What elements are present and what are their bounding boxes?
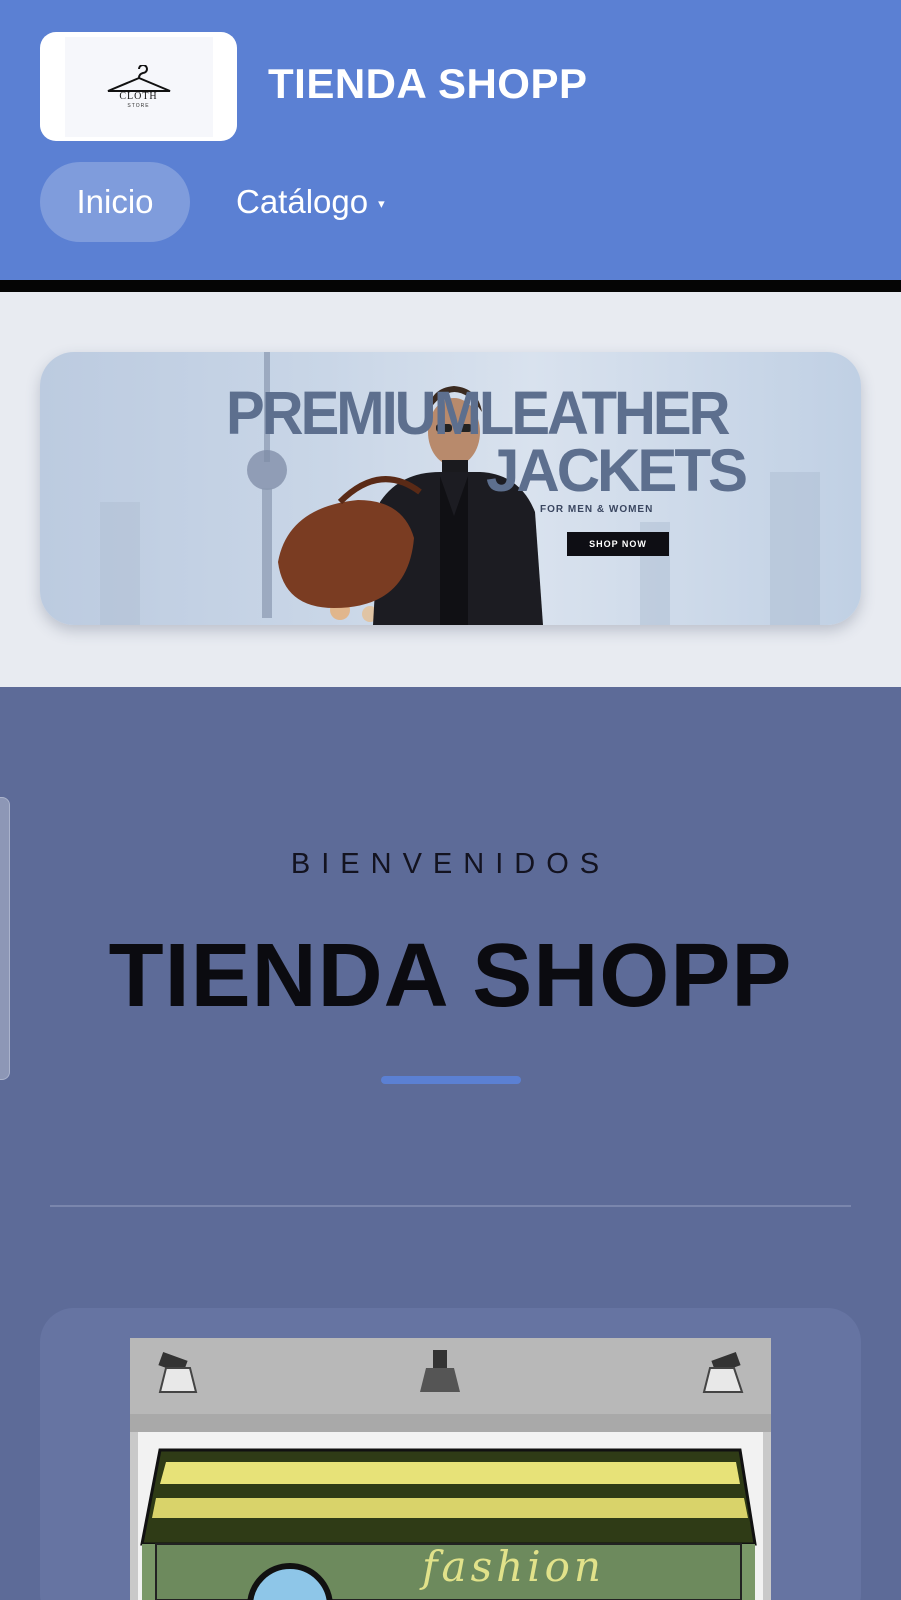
accent-bar	[381, 1076, 521, 1084]
promo-banner[interactable]: PREMIUM LEATHER JACKETS FOR MEN & WOMEN …	[40, 352, 861, 625]
site-title[interactable]: TIENDA SHOPP	[268, 60, 587, 108]
logo[interactable]: CLOTH STORE	[40, 32, 237, 141]
nav-catalogo[interactable]: Catálogo ▾	[236, 162, 385, 242]
banner-headline-line2: JACKETS	[486, 437, 748, 504]
logo-word: CLOTH	[119, 90, 158, 102]
header-divider	[0, 280, 901, 292]
nav-catalogo-label: Catálogo	[236, 183, 369, 220]
welcome-title: TIENDA SHOPP	[108, 926, 793, 1026]
nav-inicio[interactable]: Inicio	[40, 162, 190, 242]
store-sign-text: fashion	[422, 1542, 605, 1591]
banner-word-premium: PREMIUM	[226, 379, 482, 448]
section-divider	[50, 1205, 851, 1207]
banner-section: PREMIUM LEATHER JACKETS FOR MEN & WOMEN …	[0, 292, 901, 687]
welcome-kicker: BIENVENIDOS	[290, 848, 611, 880]
caret-down-icon: ▾	[378, 196, 385, 211]
logo-image: CLOTH STORE	[64, 36, 213, 137]
store-image: fashion	[130, 1338, 771, 1600]
logo-subword: STORE	[127, 102, 150, 109]
site-header: CLOTH STORE TIENDA SHOPP Inicio Catálogo…	[0, 0, 901, 280]
shop-now-button[interactable]: SHOP NOW	[567, 532, 669, 556]
banner-subline: FOR MEN & WOMEN	[540, 504, 654, 515]
